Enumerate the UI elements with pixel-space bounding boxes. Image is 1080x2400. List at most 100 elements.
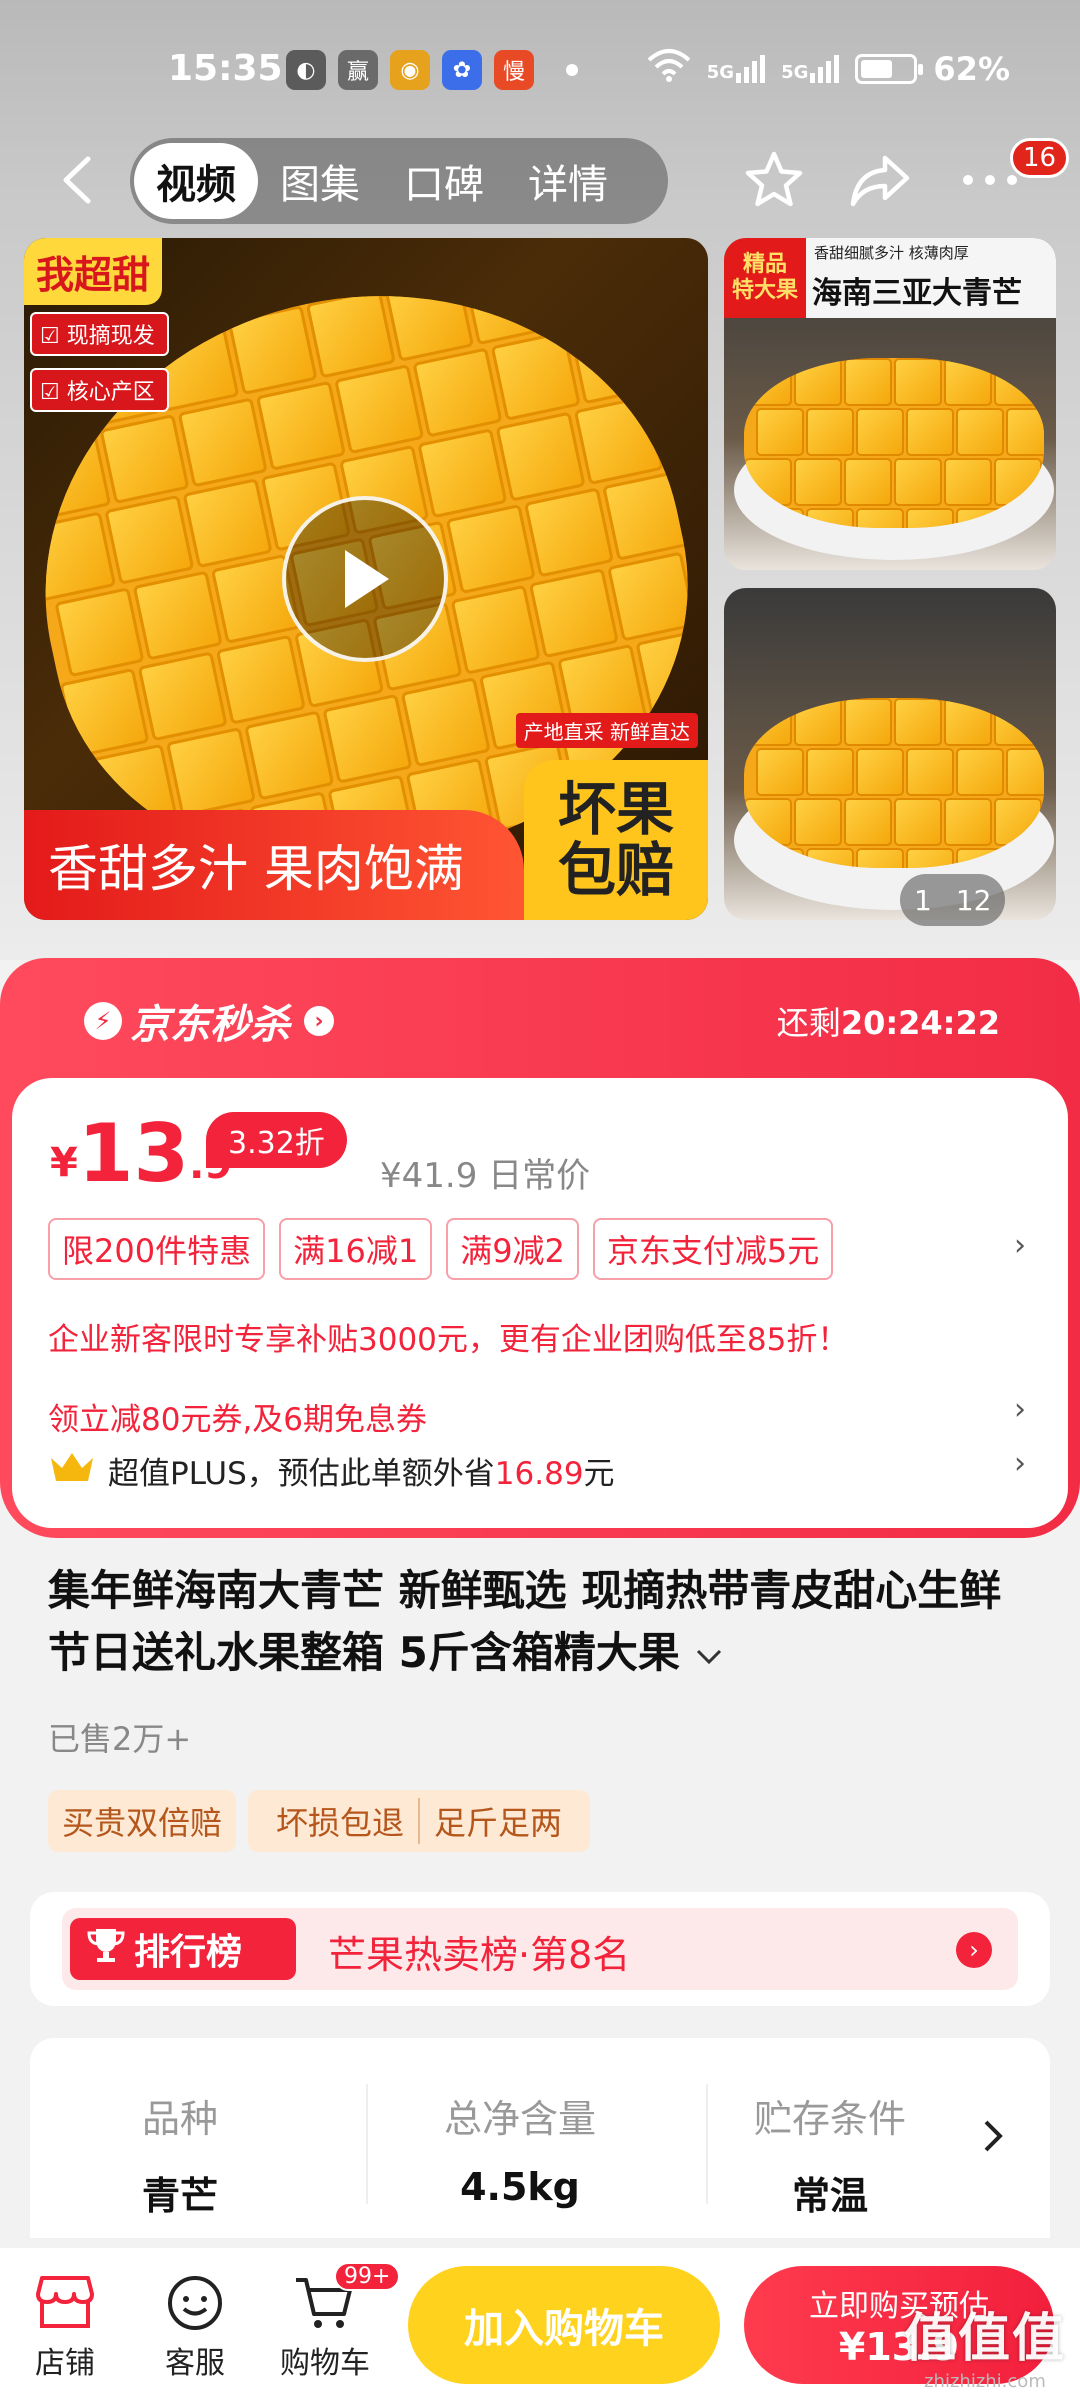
mango-cube (744, 458, 792, 506)
promo-tag[interactable]: 限200件特惠 (48, 1218, 266, 1280)
image-counter: 1 12 (900, 874, 1006, 926)
chevron-right-icon[interactable] (980, 2116, 1006, 2160)
mango-cube (523, 487, 615, 578)
thumbnail-subtitle: 香甜细腻多汁 核薄肉厚 (814, 244, 969, 262)
chevron-right-icon[interactable]: › (1014, 1228, 1026, 1263)
add-to-cart-button[interactable]: 加入购物车 (408, 2266, 720, 2384)
mango-cube (495, 411, 586, 502)
mango-cube (244, 710, 335, 801)
cart-button[interactable]: 购物车 99+ (270, 2262, 401, 2382)
mango-cube (994, 358, 1042, 406)
mango-cube (944, 698, 992, 746)
weibo-icon: ◉ (390, 50, 430, 90)
play-icon[interactable] (282, 496, 448, 662)
mango-cube (956, 848, 1004, 868)
crown-icon (48, 1450, 96, 1492)
chevron-right-icon[interactable]: › (1014, 1446, 1026, 1481)
store-button[interactable]: 店铺 (10, 2268, 120, 2382)
mango-cube (384, 271, 475, 362)
mango-cube (322, 693, 413, 784)
spec-storage: 贮存条件 常温 (753, 2097, 906, 2218)
thumbnail-1[interactable]: 精品 特大果 香甜细腻多汁 核薄肉厚 海南三亚大青芒 (724, 238, 1056, 570)
wifi-icon (647, 48, 691, 90)
mango-cube (602, 470, 693, 561)
damage-weight-tag[interactable]: 坏损包退 足斤足两 (248, 1790, 591, 1852)
customer-service-button[interactable]: 客服 (140, 2268, 250, 2382)
mango-cube (906, 748, 954, 796)
chevron-right-icon: › (956, 1932, 992, 1968)
mango-cube (894, 698, 942, 746)
mango-cube (26, 511, 117, 602)
mango-cube (412, 347, 503, 438)
promo-tag[interactable]: 京东支付减5元 (592, 1218, 834, 1280)
chevron-right-icon[interactable]: › (1014, 1392, 1026, 1427)
main-product-video[interactable]: 我超甜 ☑ 现摘现发 ☑ 核心产区 产地直采 新鲜直达 香甜多汁 果肉饱满 坏果… (24, 238, 708, 920)
site-watermark: 值值值 zhizhizhi.com (903, 2309, 1066, 2392)
mango-cube (906, 848, 954, 868)
mango-cube (844, 698, 892, 746)
promo-tags[interactable]: 限200件特惠 满16减1 满9减2 京东支付减5元 (48, 1218, 834, 1280)
battery-icon (855, 54, 924, 84)
promo-tag[interactable]: 满9减2 (446, 1218, 579, 1280)
share-button[interactable] (846, 146, 914, 214)
store-icon (10, 2268, 120, 2338)
cart-count-badge: 99+ (334, 2262, 401, 2291)
mango-cube (24, 430, 112, 521)
discount-badge: 3.32折 (206, 1112, 347, 1168)
coupon-row[interactable]: 领立减80元券,及6期免息券 (48, 1394, 427, 1439)
battery-percent: 62% (933, 50, 1010, 88)
mango-cube (540, 238, 631, 329)
mango-cube (165, 726, 257, 818)
mango-cube (1006, 508, 1044, 528)
mango-cube (856, 508, 904, 528)
mango-cube (906, 508, 954, 528)
product-title[interactable]: 集年鲜海南大青芒 新鲜甄选 现摘热带青皮甜心生鲜节日送礼水果整箱 5斤含箱精大果 (48, 1560, 1038, 1684)
specs-card[interactable]: 品种 青芒 总净含量 4.5kg 贮存条件 常温 (30, 2038, 1050, 2238)
realme-app-icon: 赢 (338, 50, 378, 90)
ranking-card[interactable]: 排行榜 芒果热卖榜·第8名 › (30, 1892, 1050, 2006)
mango-cube (806, 748, 854, 796)
back-button[interactable] (46, 148, 110, 212)
mango-cube (132, 570, 223, 661)
mango-cube (568, 314, 660, 405)
service-tags: 买贵双倍赔 坏损包退 足斤足两 (48, 1790, 591, 1852)
mango-cube (994, 798, 1042, 846)
mango-cube (744, 698, 792, 746)
mango-cube (462, 255, 553, 346)
enterprise-promo[interactable]: 企业新客限时专享补贴3000元，更有企业团购低至85折！ (48, 1314, 848, 1359)
chevron-down-icon[interactable] (694, 1628, 724, 1677)
price-guarantee-tag[interactable]: 买贵双倍赔 (48, 1790, 237, 1852)
tab-1[interactable]: 图集 (258, 143, 382, 219)
mango-cube (1006, 748, 1044, 796)
mango-cube (844, 358, 892, 406)
favorite-star-button[interactable] (740, 146, 808, 214)
mango-cube (906, 408, 954, 456)
promo-tag[interactable]: 满16减1 (279, 1218, 433, 1280)
mango-cube (1006, 848, 1044, 868)
mango-thumbnail-image (744, 358, 1044, 528)
mango-cube (844, 458, 892, 506)
tab-0[interactable]: 视频 (134, 143, 258, 219)
mango-cube (944, 358, 992, 406)
flash-sale-title[interactable]: ⚡ 京东秒杀 › (84, 992, 334, 1050)
mango-cube (806, 508, 854, 528)
mango-cube (334, 364, 425, 455)
tab-3[interactable]: 详情 (506, 143, 630, 219)
mango-cube (137, 651, 228, 742)
mango-cube (744, 798, 792, 846)
plus-savings-row[interactable]: 超值PLUS，预估此单额外省16.89元 (48, 1448, 615, 1493)
mango-cube (215, 634, 306, 725)
ranking-text: 芒果热卖榜·第8名 (328, 1933, 631, 1977)
mango-cube (1006, 408, 1044, 456)
mango-cube (182, 478, 273, 569)
spec-divider (366, 2084, 368, 2204)
thumbnail-2[interactable] (724, 588, 1056, 920)
spec-divider (706, 2084, 708, 2204)
tab-2[interactable]: 口碑 (382, 143, 506, 219)
mango-thumbnail-image (744, 698, 1044, 868)
spec-net-weight: 总净含量 4.5kg (443, 2097, 596, 2209)
mango-cube (104, 494, 195, 585)
premium-tag: 精品 特大果 (724, 238, 806, 318)
mango-cube (635, 627, 708, 718)
mango-cube (756, 848, 804, 868)
